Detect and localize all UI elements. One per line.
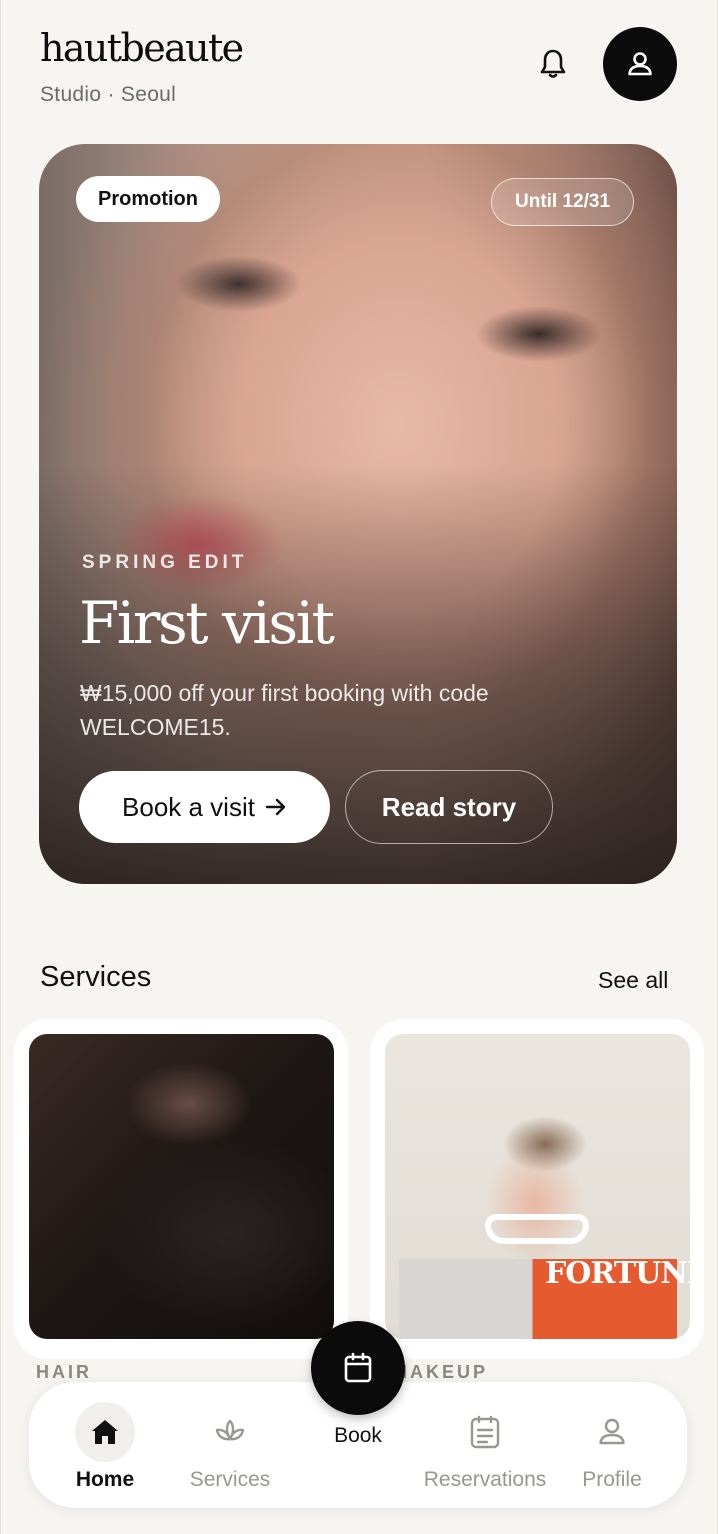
studio-location: Studio · Seoul xyxy=(40,83,177,106)
promo-eyebrow: SPRING EDIT xyxy=(82,552,248,573)
book-visit-button[interactable]: Book a visit xyxy=(79,771,330,843)
book-fab-button[interactable] xyxy=(311,1321,405,1415)
service-card-hair[interactable] xyxy=(14,1019,348,1359)
service-label-hair: HAIR xyxy=(36,1362,92,1382)
hair-service-photo xyxy=(29,1034,334,1339)
account-button[interactable] xyxy=(603,27,677,101)
user-icon xyxy=(628,52,652,76)
nav-label-services: Services xyxy=(189,1468,271,1491)
bell-icon xyxy=(540,49,566,78)
list-icon-wrap xyxy=(455,1402,515,1462)
nav-item-reservations[interactable]: Reservations xyxy=(419,1382,551,1508)
book-label[interactable]: Book xyxy=(317,1424,399,1448)
calendar-icon xyxy=(344,1352,372,1383)
services-heading: Services xyxy=(40,961,152,993)
magazine-title: FORTUNE xyxy=(545,1256,690,1291)
service-label-makeup: MAKEUP xyxy=(392,1362,489,1382)
arrow-right-icon xyxy=(265,798,286,816)
profile-icon-wrap xyxy=(582,1402,642,1462)
glasses-shape xyxy=(485,1214,589,1244)
service-card-makeup[interactable]: FORTUNE xyxy=(370,1019,704,1359)
nav-label-profile: Profile xyxy=(582,1468,642,1491)
promo-card[interactable]: Promotion Until 12/31 SPRING EDIT First … xyxy=(39,144,677,884)
see-all-link[interactable]: See all xyxy=(598,967,668,994)
promo-title: First visit xyxy=(79,589,335,657)
list-icon xyxy=(470,1415,500,1449)
nav-item-profile[interactable]: Profile xyxy=(577,1382,647,1508)
expiry-badge: Until 12/31 xyxy=(491,178,635,226)
user-icon xyxy=(599,1418,625,1445)
nav-item-services[interactable]: Services xyxy=(179,1382,281,1508)
home-icon xyxy=(92,1420,118,1444)
lotus-icon xyxy=(215,1419,245,1441)
lotus-icon-wrap xyxy=(200,1402,260,1462)
notifications-button[interactable] xyxy=(531,44,575,84)
makeup-service-photo: FORTUNE xyxy=(385,1034,690,1339)
nav-label-home: Home xyxy=(75,1468,135,1491)
home-icon-wrap xyxy=(75,1402,135,1462)
book-visit-label: Book a visit xyxy=(122,791,255,822)
promotion-badge: Promotion xyxy=(76,176,220,222)
nav-label-reservations: Reservations xyxy=(423,1468,547,1491)
read-story-button[interactable]: Read story xyxy=(345,770,553,844)
promo-description: ₩15,000 off your first booking with code… xyxy=(80,680,489,740)
brand-logo: hautbeaute xyxy=(40,26,244,70)
nav-item-home[interactable]: Home xyxy=(69,1382,141,1508)
